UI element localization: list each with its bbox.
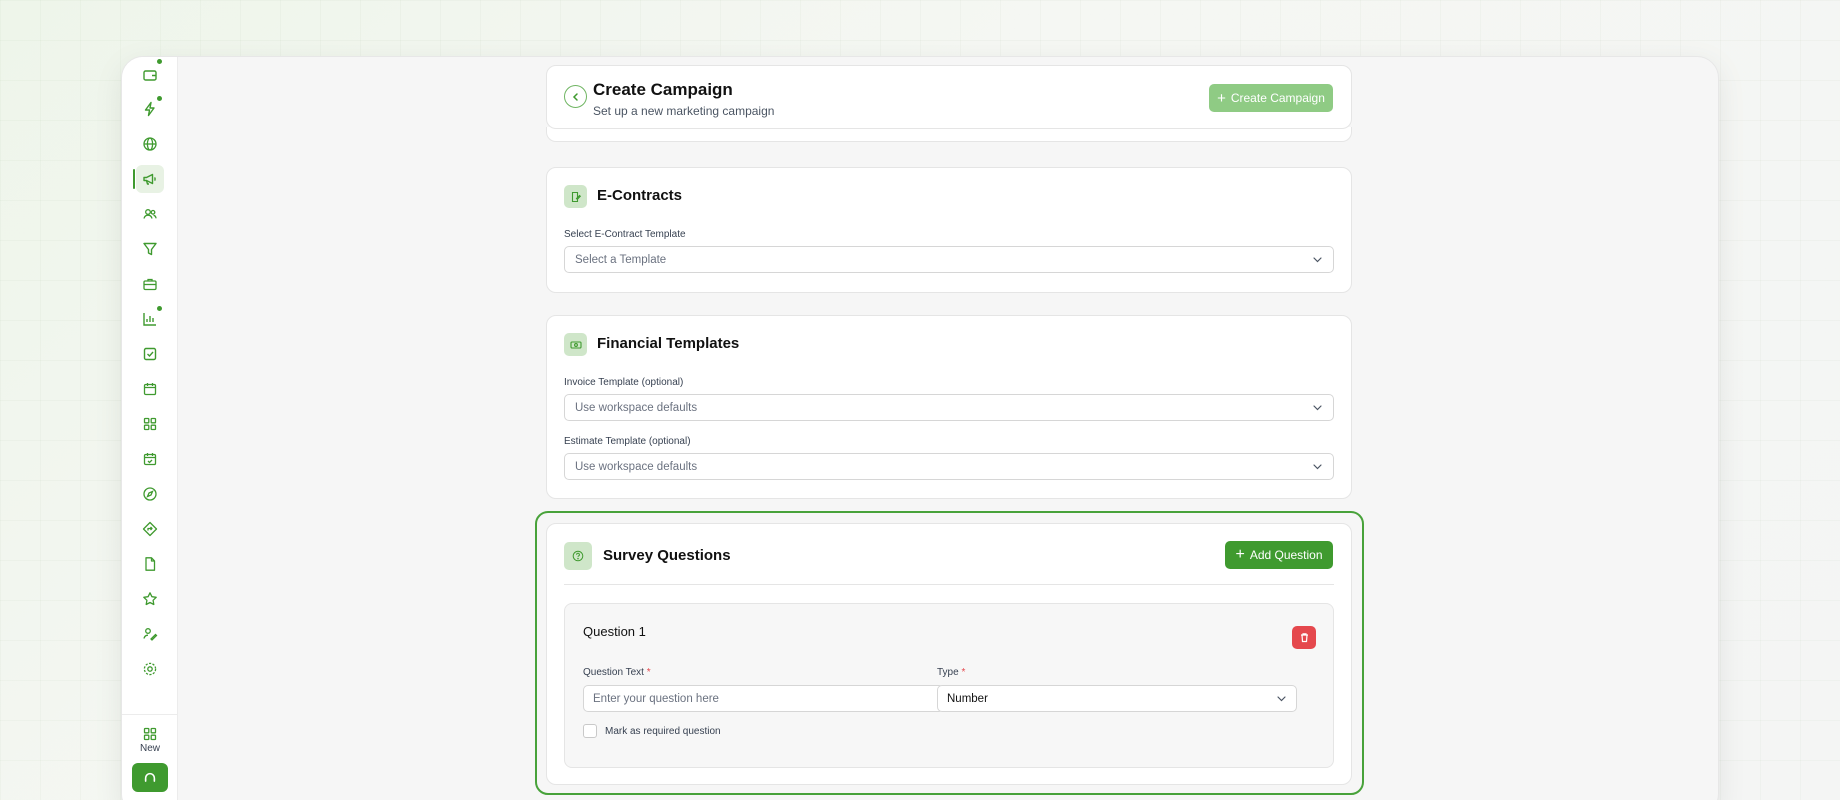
back-button[interactable] [564,85,587,108]
section-icon-financial [564,333,587,356]
section-icon-survey [564,542,592,570]
create-campaign-label: Create Campaign [1230,91,1325,105]
chevron-down-icon [1313,464,1322,470]
settings-icon [143,662,157,676]
sidebar-item-reports[interactable] [136,305,164,333]
add-question-button[interactable]: + Add Question [1225,541,1333,569]
financial-title: Financial Templates [597,335,740,352]
plus-icon: + [1217,89,1226,107]
question-title: Question 1 [583,624,646,639]
sidebar-item-campaigns[interactable] [133,165,164,193]
estimate-template-label: Estimate Template (optional) [564,436,691,447]
econtracts-card: E-Contracts Select E-Contract Template S… [546,167,1352,293]
user-signature-icon [143,628,158,641]
econtracts-title: E-Contracts [597,187,683,204]
sidebar-item-contacts[interactable] [136,200,164,228]
sidebar-item-apps[interactable] [136,410,164,438]
question-text-label: Question Text * [583,667,651,678]
app-window: New Create Campaign Set up a new marketi… [121,56,1719,800]
required-checkbox[interactable] [583,724,597,738]
wallet-icon [143,70,157,81]
section-icon-econtracts [564,185,587,208]
sidebar-item-wallet[interactable] [136,59,164,89]
page-subtitle: Set up a new marketing campaign [593,104,775,118]
sidebar-item-explore[interactable] [136,480,164,508]
new-label: New [139,743,160,754]
filter-icon [143,242,157,256]
sidebar-item-bookings[interactable] [136,445,164,473]
notification-dot [157,96,162,101]
chevron-left-icon [572,92,578,101]
page-title: Create Campaign [593,80,733,99]
chevron-down-icon [1313,257,1322,263]
sidebar-item-new[interactable]: New [132,726,168,754]
sidebar-item-settings[interactable] [136,655,164,683]
banknote-icon [569,340,582,349]
survey-title: Survey Questions [603,547,731,564]
header-card-underlay [546,127,1352,142]
compass-icon [143,487,157,501]
sidebar: New [122,57,178,800]
survey-questions-card: Survey Questions + Add Question Question… [546,523,1352,785]
question-type-select[interactable]: Number [937,685,1297,712]
globe-icon [143,137,157,151]
delete-question-button[interactable] [1292,626,1316,649]
trash-icon [1300,633,1308,643]
question-circle-icon [572,550,584,562]
notification-dot [157,306,162,311]
sidebar-item-documents[interactable] [136,550,164,578]
sidebar-item-jobs[interactable] [136,270,164,298]
sidebar-item-reviews[interactable] [136,585,164,613]
users-icon [143,209,157,219]
chevron-down-icon [1313,405,1322,411]
create-campaign-button[interactable]: + Create Campaign [1209,84,1333,112]
signpost-icon [142,521,158,537]
lightning-icon [144,101,155,117]
question-item: Question 1 Question Text * Type * Number… [564,603,1334,768]
sidebar-item-tasks[interactable] [136,340,164,368]
question-type-value: Number [947,692,988,705]
document-signature-icon [571,191,581,202]
required-checkbox-row: Mark as required question [583,724,721,738]
chevron-down-icon [1277,696,1286,702]
calendar-check-icon [143,453,157,466]
grid-icon [143,727,157,741]
survey-divider [564,584,1334,585]
invoice-template-value: Use workspace defaults [575,401,698,414]
sidebar-item-funnels[interactable] [136,235,164,263]
sidebar-item-websites[interactable] [136,130,164,158]
grid-icon [143,417,157,431]
megaphone-icon [143,173,156,185]
support-button[interactable] [132,763,168,792]
star-icon [143,592,157,606]
econtract-template-label: Select E-Contract Template [564,229,686,240]
sidebar-divider [122,714,178,715]
briefcase-icon [143,278,157,291]
notification-dot [157,59,162,64]
sidebar-item-automations[interactable] [136,95,164,123]
invoice-template-select[interactable]: Use workspace defaults [564,394,1334,421]
econtract-template-value: Select a Template [575,253,667,266]
question-type-label: Type * [937,667,966,678]
sidebar-item-calendar[interactable] [136,375,164,403]
checkbox-icon [143,347,157,361]
invoice-template-label: Invoice Template (optional) [564,377,684,388]
document-icon [145,557,156,571]
sidebar-item-routes[interactable] [136,515,164,543]
estimate-template-value: Use workspace defaults [575,460,698,473]
page-header: Create Campaign Set up a new marketing c… [546,65,1352,129]
headset-icon [144,772,156,782]
estimate-template-select[interactable]: Use workspace defaults [564,453,1334,480]
sidebar-item-signatures[interactable] [136,620,164,648]
add-question-label: Add Question [1249,548,1323,562]
required-checkbox-label: Mark as required question [605,725,721,737]
question-text-input[interactable] [583,685,944,712]
econtract-template-select[interactable]: Select a Template [564,246,1334,273]
financial-templates-card: Financial Templates Invoice Template (op… [546,315,1352,499]
bar-chart-icon [143,313,156,326]
calendar-icon [143,383,157,396]
plus-icon: + [1235,546,1245,563]
